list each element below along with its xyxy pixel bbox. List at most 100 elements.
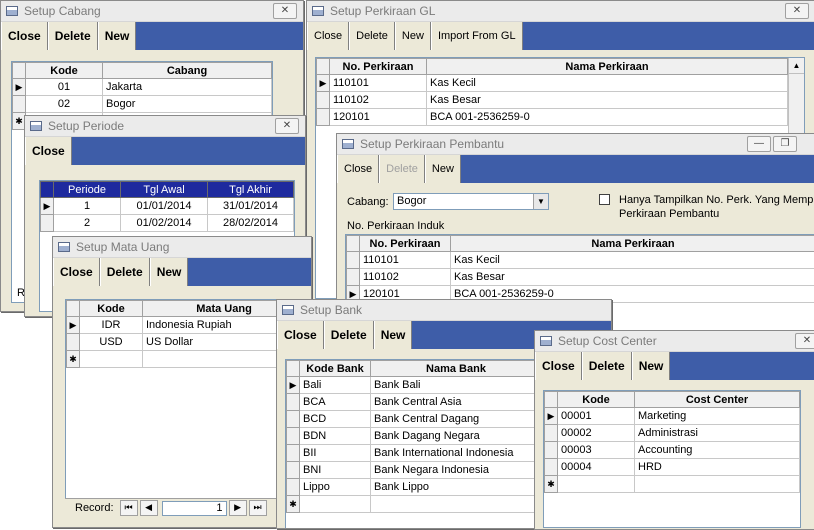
new-button[interactable]: New xyxy=(98,22,137,50)
cell-kode-bank[interactable]: Lippo xyxy=(300,479,371,496)
row-selector[interactable] xyxy=(41,215,54,232)
cell-periode[interactable]: 1 xyxy=(54,198,121,215)
cell-cabang[interactable]: Jakarta xyxy=(103,79,272,96)
table-row[interactable]: 00002 Administrasi xyxy=(545,425,800,442)
close-button[interactable]: Close xyxy=(337,155,379,183)
cell-no-perkiraan[interactable]: 110102 xyxy=(360,269,451,286)
import-from-gl-button[interactable]: Import From GL xyxy=(431,22,523,50)
cell-nama-perkiraan[interactable]: Kas Besar xyxy=(451,269,814,286)
column-header[interactable]: Cost Center xyxy=(635,392,800,408)
cell-nama-bank[interactable]: Bank International Indonesia xyxy=(371,445,542,462)
table-row[interactable]: 2 01/02/2014 28/02/2014 xyxy=(41,215,294,232)
close-button[interactable]: Close xyxy=(1,22,48,50)
table-row[interactable]: BII Bank International Indonesia xyxy=(287,445,542,462)
new-button[interactable]: New xyxy=(150,258,189,286)
delete-button[interactable]: Delete xyxy=(48,22,98,50)
scroll-up-arrow-icon[interactable]: ▲ xyxy=(789,58,804,74)
cell-nama-bank[interactable] xyxy=(371,496,542,513)
cell-kode-bank[interactable]: BII xyxy=(300,445,371,462)
record-number-input[interactable]: 1 xyxy=(162,501,227,516)
new-button[interactable]: New xyxy=(395,22,431,50)
cell-nama-bank[interactable]: Bank Central Asia xyxy=(371,394,542,411)
cell-no-perkiraan[interactable]: 110101 xyxy=(360,252,451,269)
delete-button[interactable]: Delete xyxy=(379,155,425,183)
cell-kode-bank[interactable]: BCD xyxy=(300,411,371,428)
cell-no-perkiraan[interactable]: 110102 xyxy=(330,92,427,109)
restore-icon[interactable]: ❐ xyxy=(773,136,797,152)
cell-no-perkiraan[interactable]: 110101 xyxy=(330,75,427,92)
column-header[interactable]: Tgl Awal xyxy=(121,182,208,198)
last-record-icon[interactable]: ⏭ xyxy=(249,500,267,516)
table-row[interactable]: ✱ xyxy=(545,476,800,493)
cell-kode-bank[interactable]: BNI xyxy=(300,462,371,479)
column-header[interactable]: Periode xyxy=(54,182,121,198)
table-row[interactable]: ▶ 00001 Marketing xyxy=(545,408,800,425)
cell-kode[interactable]: 00004 xyxy=(558,459,635,476)
minimize-icon[interactable]: — xyxy=(747,136,771,152)
delete-button[interactable]: Delete xyxy=(349,22,395,50)
cell-tgl-awal[interactable]: 01/02/2014 xyxy=(121,215,208,232)
column-header[interactable]: Cabang xyxy=(103,63,272,79)
table-row[interactable]: BCD Bank Central Dagang xyxy=(287,411,542,428)
close-icon[interactable]: ✕ xyxy=(795,333,814,349)
new-button[interactable]: New xyxy=(632,352,671,380)
delete-button[interactable]: Delete xyxy=(324,321,374,349)
table-row[interactable]: ▶ Bali Bank Bali xyxy=(287,377,542,394)
next-record-icon[interactable]: ▶ xyxy=(229,500,247,516)
close-icon[interactable]: ✕ xyxy=(273,3,297,19)
cell-kode[interactable] xyxy=(80,351,143,368)
cell-kode-bank[interactable]: BCA xyxy=(300,394,371,411)
cell-nama-bank[interactable]: Bank Negara Indonesia xyxy=(371,462,542,479)
table-row[interactable]: BCA Bank Central Asia xyxy=(287,394,542,411)
table-row[interactable]: ✱ xyxy=(67,351,306,368)
cell-cost-center[interactable] xyxy=(635,476,800,493)
cell-nama-bank[interactable]: Bank Lippo xyxy=(371,479,542,496)
column-header[interactable]: Nama Perkiraan xyxy=(427,59,788,75)
cell-kode[interactable]: IDR xyxy=(80,317,143,334)
cell-kode[interactable]: USD xyxy=(80,334,143,351)
hanya-tampilkan-checkbox[interactable] xyxy=(599,194,610,205)
row-selector[interactable] xyxy=(317,109,330,126)
cell-cabang[interactable]: Bogor xyxy=(103,96,272,113)
table-row[interactable]: BNI Bank Negara Indonesia xyxy=(287,462,542,479)
cell-nama-bank[interactable]: Bank Central Dagang xyxy=(371,411,542,428)
column-header[interactable]: Kode xyxy=(558,392,635,408)
table-row[interactable]: 110102 Kas Besar xyxy=(317,92,788,109)
row-selector[interactable] xyxy=(347,269,360,286)
column-header[interactable]: Kode xyxy=(80,301,143,317)
new-button[interactable]: New xyxy=(374,321,413,349)
cell-cost-center[interactable]: Marketing xyxy=(635,408,800,425)
table-row[interactable]: BDN Bank Dagang Negara xyxy=(287,428,542,445)
cell-nama-perkiraan[interactable]: Kas Besar xyxy=(427,92,788,109)
table-row[interactable]: ▶ 110101 Kas Kecil xyxy=(317,75,788,92)
cell-kode[interactable]: 00001 xyxy=(558,408,635,425)
row-selector[interactable] xyxy=(545,442,558,459)
cell-cost-center[interactable]: Accounting xyxy=(635,442,800,459)
column-header[interactable]: Nama Perkiraan xyxy=(451,236,814,252)
close-button[interactable]: Close xyxy=(25,137,72,165)
table-row[interactable]: 00003 Accounting xyxy=(545,442,800,459)
cell-cost-center[interactable]: HRD xyxy=(635,459,800,476)
cell-tgl-awal[interactable]: 01/01/2014 xyxy=(121,198,208,215)
cell-kode[interactable] xyxy=(558,476,635,493)
table-row[interactable]: ▶ 1 01/01/2014 31/01/2014 xyxy=(41,198,294,215)
row-selector[interactable] xyxy=(287,445,300,462)
row-selector[interactable] xyxy=(317,92,330,109)
cell-nama-perkiraan[interactable]: BCA 001-2536259-0 xyxy=(427,109,788,126)
column-header[interactable]: Tgl Akhir xyxy=(208,182,294,198)
close-button[interactable]: Close xyxy=(535,352,582,380)
table-row[interactable]: ▶ IDR Indonesia Rupiah xyxy=(67,317,306,334)
column-header[interactable]: Kode xyxy=(26,63,103,79)
row-selector[interactable] xyxy=(287,394,300,411)
table-row[interactable]: ▶ 01 Jakarta xyxy=(13,79,272,96)
cell-periode[interactable]: 2 xyxy=(54,215,121,232)
table-row[interactable]: Lippo Bank Lippo xyxy=(287,479,542,496)
column-header[interactable]: Kode Bank xyxy=(300,361,371,377)
cell-nama-perkiraan[interactable]: Kas Kecil xyxy=(427,75,788,92)
chevron-down-icon[interactable]: ▼ xyxy=(533,194,548,209)
cell-nama-bank[interactable]: Bank Bali xyxy=(371,377,542,394)
table-row[interactable]: USD US Dollar xyxy=(67,334,306,351)
cell-kode[interactable]: 00003 xyxy=(558,442,635,459)
cabang-select[interactable]: Bogor ▼ xyxy=(393,193,549,210)
row-selector[interactable] xyxy=(545,459,558,476)
